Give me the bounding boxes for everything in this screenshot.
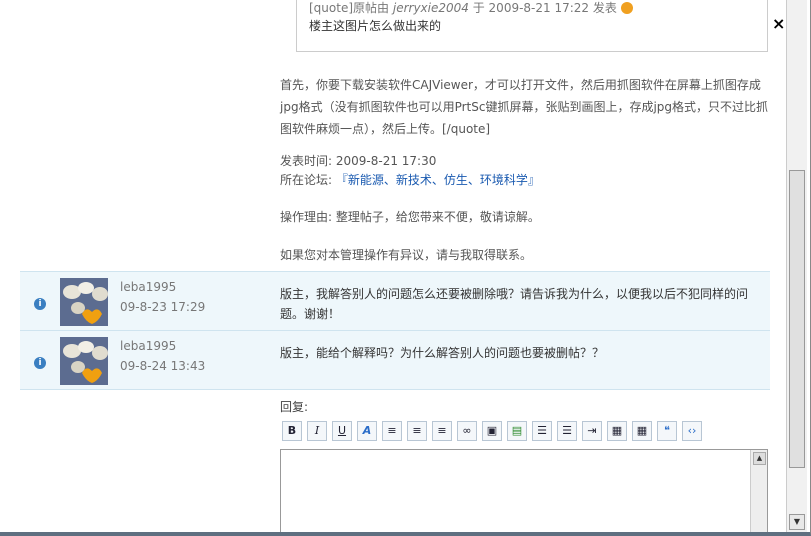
quote-meta: 于 2009-8-21 17:22 发表 (472, 1, 617, 15)
underline-button[interactable]: U (332, 421, 352, 441)
ordered-list-icon[interactable]: ☰ (532, 421, 552, 441)
unordered-list-icon[interactable]: ☰ (557, 421, 577, 441)
quote-icon[interactable]: ❝ (657, 421, 677, 441)
scroll-up-icon[interactable]: ▲ (753, 452, 766, 465)
body-text: 首先，你要下载安装软件CAJViewer，才可以打开文件，然后用抓图软件在屏幕上… (280, 78, 769, 136)
post-date: 09-8-23 17:29 (120, 300, 206, 314)
avatar-image (60, 278, 108, 326)
window-scrollbar[interactable]: ▼ (786, 0, 807, 532)
image-right-icon[interactable]: ▦ (632, 421, 652, 441)
post-date: 09-8-24 13:43 (120, 359, 206, 373)
reply-label: 回复: (280, 400, 309, 414)
align-center-icon[interactable]: ≡ (407, 421, 427, 441)
insert-icon[interactable]: ▤ (507, 421, 527, 441)
list-item: i leba1995 09-8-24 13:43 版主，能给个解释吗？为什么解答… (20, 330, 770, 390)
bold-button[interactable]: B (282, 421, 302, 441)
forum-label: 所在论坛: (280, 173, 336, 187)
align-right-icon[interactable]: ≡ (432, 421, 452, 441)
link-icon[interactable]: ∞ (457, 421, 477, 441)
align-left-icon[interactable]: ≡ (382, 421, 402, 441)
forum-line: 所在论坛: 『新能源、新技术、仿生、环境科学』 (280, 169, 770, 191)
quote-prefix: [quote]原帖由 (309, 1, 390, 15)
username[interactable]: leba1995 (120, 339, 176, 353)
indent-icon[interactable]: ⇥ (582, 421, 602, 441)
scroll-down-icon[interactable]: ▼ (789, 514, 805, 530)
close-icon[interactable]: × (772, 14, 785, 33)
code-icon[interactable]: ‹› (682, 421, 702, 441)
reason-text: 操作理由: 整理帖子，给您带来不便，敬请谅解。 (280, 210, 540, 224)
forum-link[interactable]: 『新能源、新技术、仿生、环境科学』 (336, 173, 540, 187)
list-item: i leba1995 09-8-23 17:29 版主，我解答别人的问题怎么还要… (20, 271, 770, 331)
popup-window: [quote]原帖由 jerryxie2004 于 2009-8-21 17:2… (0, 0, 811, 536)
quote-box: [quote]原帖由 jerryxie2004 于 2009-8-21 17:2… (296, 0, 768, 52)
quote-text: 楼主这图片怎么做出来的 (309, 19, 442, 33)
contact-text: 如果您对本管理操作有异议，请与我取得联系。 (280, 248, 533, 262)
message-text: 版主，能给个解释吗？为什么解答别人的问题也要被删帖？？ (280, 346, 605, 360)
message-content: [quote]原帖由 jerryxie2004 于 2009-8-21 17:2… (0, 0, 786, 532)
avatar-image (60, 337, 108, 385)
username[interactable]: leba1995 (120, 280, 176, 294)
image-icon[interactable]: ▣ (482, 421, 502, 441)
quote-header: [quote]原帖由 jerryxie2004 于 2009-8-21 17:2… (309, 0, 755, 17)
image-left-icon[interactable]: ▦ (607, 421, 627, 441)
avatar[interactable] (60, 337, 108, 385)
reply-textarea[interactable]: ▲ (280, 449, 768, 532)
message-text: 版主，我解答别人的问题怎么还要被删除哦？请告诉我为什么，以便我以后不犯同样的问题… (280, 287, 749, 321)
jump-arrow-icon[interactable] (620, 2, 633, 14)
quote-author: jerryxie2004 (392, 1, 469, 15)
editor-scrollbar[interactable]: ▲ (750, 450, 767, 532)
info-icon[interactable]: i (34, 357, 46, 369)
info-icon[interactable]: i (34, 298, 46, 310)
avatar[interactable] (60, 278, 108, 326)
scroll-thumb[interactable] (789, 170, 805, 468)
italic-button[interactable]: I (307, 421, 327, 441)
font-color-button[interactable]: A (357, 421, 377, 441)
